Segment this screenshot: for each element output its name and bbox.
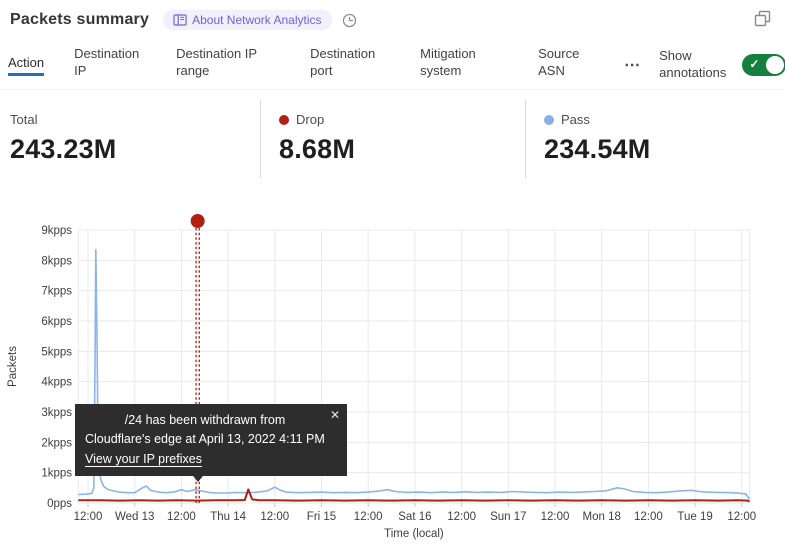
- x-tick-label: Sun 17: [490, 511, 526, 523]
- tooltip-close-icon[interactable]: ✕: [330, 409, 340, 421]
- y-tick-label: 9kpps: [41, 225, 72, 237]
- x-tick-label: Wed 13: [115, 511, 154, 523]
- y-tick-label: 6kpps: [41, 316, 72, 328]
- y-tick-label: 3kpps: [41, 407, 72, 419]
- x-tick-label: 12:00: [167, 511, 196, 523]
- x-tick-label: 12:00: [727, 511, 756, 523]
- tooltip-line2: Cloudflare's edge at April 13, 2022 4:11…: [85, 430, 325, 449]
- tooltip-caret: [189, 471, 207, 482]
- x-tick-label: Thu 14: [210, 511, 246, 523]
- y-tick-label: 1kpps: [41, 468, 72, 480]
- y-tick-label: 0pps: [47, 498, 72, 510]
- x-axis-title: Time (local): [384, 528, 444, 540]
- packets-summary-card: Packets summary About Network Analytics: [0, 0, 785, 555]
- x-tick-label: Mon 18: [583, 511, 621, 523]
- annotation-marker-dot[interactable]: [191, 214, 205, 228]
- x-tick-label: 12:00: [260, 511, 289, 523]
- x-tick-label: Sat 16: [398, 511, 431, 523]
- y-axis-title: Packets: [7, 346, 19, 387]
- x-tick-label: 12:00: [541, 511, 570, 523]
- x-tick-label: 12:00: [354, 511, 383, 523]
- x-tick-label: Tue 19: [677, 511, 712, 523]
- x-tick-label: 12:00: [447, 511, 476, 523]
- y-tick-label: 2kpps: [41, 437, 72, 449]
- y-tick-label: 5kpps: [41, 346, 72, 358]
- x-tick-label: Fri 15: [307, 511, 336, 523]
- x-tick-label: 12:00: [74, 511, 103, 523]
- view-ip-prefixes-link[interactable]: View your IP prefixes: [85, 450, 202, 469]
- tooltip-line1: /24 has been withdrawn from: [85, 411, 325, 430]
- y-tick-label: 7kpps: [41, 286, 72, 298]
- x-tick-label: 12:00: [634, 511, 663, 523]
- y-tick-label: 4kpps: [41, 377, 72, 389]
- y-tick-label: 8kpps: [41, 255, 72, 267]
- annotation-tooltip: ✕ /24 has been withdrawn from Cloudflare…: [75, 404, 347, 476]
